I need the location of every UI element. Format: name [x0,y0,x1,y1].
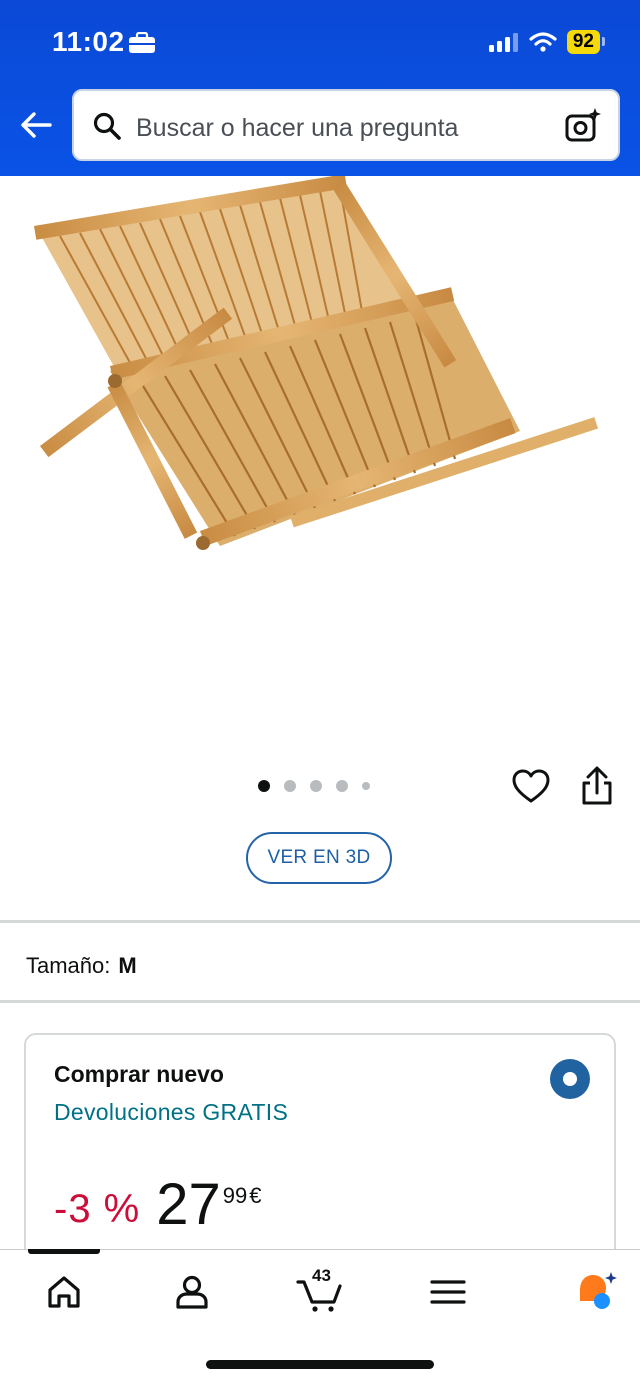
camera-sparkle-icon[interactable] [564,107,602,145]
active-tab-indicator [28,1249,100,1254]
section-divider [0,920,640,923]
size-label: Tamaño: [26,953,111,978]
price-currency: € [249,1183,262,1208]
pagination-dot[interactable] [336,780,348,792]
pagination-dot[interactable] [310,780,322,792]
account-icon[interactable] [170,1270,214,1314]
heart-icon[interactable] [512,768,550,806]
image-pagination-dots[interactable] [258,780,370,792]
price: -3 % 27 99 € [54,1175,262,1235]
briefcase-icon [129,32,155,53]
menu-icon[interactable] [426,1270,470,1314]
pagination-dot[interactable] [284,780,296,792]
size-selector[interactable]: Tamaño: M [26,953,137,979]
pagination-dot[interactable] [362,782,370,790]
buy-option-title: Comprar nuevo [54,1061,224,1087]
bottom-navigation: 43 [0,1249,640,1384]
buy-option-radio[interactable] [550,1059,590,1099]
cart-count-badge: 43 [312,1266,331,1285]
price-fraction: 99 [222,1183,248,1208]
rufus-assistant-icon[interactable] [576,1268,620,1312]
free-returns-link[interactable]: Devoluciones GRATIS [54,1099,288,1126]
back-arrow-icon[interactable] [18,106,56,144]
search-icon [93,112,121,140]
search-bar[interactable]: Buscar o hacer una pregunta [72,89,620,161]
price-whole: 27 [156,1172,221,1237]
signal-icon [488,33,518,52]
product-image[interactable] [0,176,640,756]
status-time: 11:02 [52,26,125,57]
size-value: M [118,953,137,978]
search-input[interactable]: Buscar o hacer una pregunta [136,114,458,143]
wifi-icon [529,32,557,52]
discount-percentage: -3 % [54,1187,141,1231]
status-icons: 92 [488,30,606,54]
pagination-dot[interactable] [258,780,270,792]
section-divider [0,1000,640,1003]
battery-indicator: 92 [566,30,606,54]
top-header: 11:02 92 Buscar o hacer una pregunta [0,0,640,176]
home-icon[interactable] [42,1270,86,1314]
share-icon[interactable] [578,766,616,806]
view-in-3d-button[interactable]: VER EN 3D [246,832,392,884]
home-indicator-bar [206,1360,434,1369]
